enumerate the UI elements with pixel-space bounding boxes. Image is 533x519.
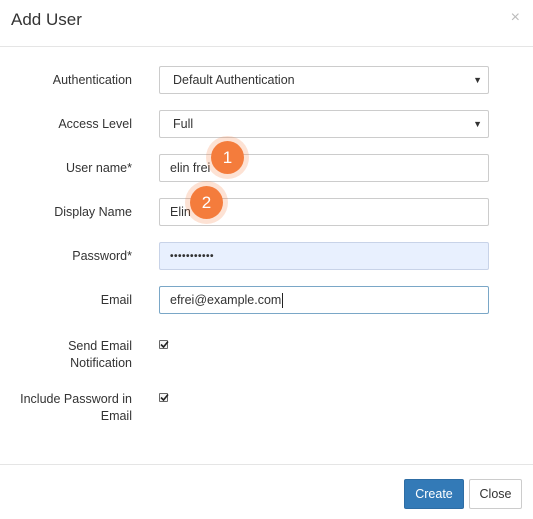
user-name-value: elin frei bbox=[170, 161, 211, 175]
text-cursor bbox=[282, 293, 284, 309]
send-email-notification-label-line2: Notification bbox=[70, 356, 132, 370]
password-masked-value: ••••••••••• bbox=[170, 251, 215, 262]
step-badge-1: 1 bbox=[211, 141, 244, 174]
access-level-label: Access Level bbox=[58, 117, 132, 131]
user-name-label: User name* bbox=[66, 161, 132, 175]
email-value: efrei@example.com bbox=[170, 293, 282, 307]
chevron-down-icon: ▼ bbox=[473, 75, 482, 85]
email-input[interactable]: efrei@example.com bbox=[159, 286, 489, 314]
send-email-notification-checkbox[interactable] bbox=[159, 340, 169, 349]
checkmark-icon bbox=[160, 393, 169, 402]
dialog-title: Add User bbox=[11, 10, 82, 29]
send-email-notification-label-line1: Send Email bbox=[68, 339, 132, 353]
include-password-label-line2: Email bbox=[100, 409, 132, 423]
email-label: Email bbox=[100, 293, 132, 307]
access-level-select[interactable]: Full ▼ bbox=[159, 110, 489, 138]
user-name-input[interactable]: elin frei bbox=[159, 154, 489, 182]
add-user-dialog: Add User × Authentication Default Authen… bbox=[0, 0, 533, 518]
include-password-label-line1: Include Password in bbox=[20, 392, 132, 406]
close-icon[interactable]: × bbox=[511, 9, 520, 27]
password-label: Password* bbox=[72, 249, 132, 263]
include-password-checkbox[interactable] bbox=[159, 393, 169, 402]
close-button[interactable]: Close bbox=[469, 479, 522, 509]
authentication-value: Default Authentication bbox=[173, 73, 295, 87]
display-name-label: Display Name bbox=[54, 205, 132, 219]
checkmark-icon bbox=[160, 340, 169, 349]
display-name-value: Elin bbox=[170, 205, 191, 219]
step-badge-2: 2 bbox=[190, 186, 223, 219]
chevron-down-icon: ▼ bbox=[473, 119, 482, 129]
dialog-footer: Create Close bbox=[0, 464, 533, 519]
create-button[interactable]: Create bbox=[404, 479, 464, 509]
include-password-label: Include Password in Email bbox=[20, 391, 132, 425]
password-input[interactable]: ••••••••••• bbox=[159, 242, 489, 270]
access-level-value: Full bbox=[173, 117, 194, 131]
dialog-header: Add User × bbox=[0, 0, 533, 47]
authentication-label: Authentication bbox=[52, 73, 132, 87]
send-email-notification-label: Send Email Notification bbox=[68, 338, 132, 372]
authentication-select[interactable]: Default Authentication ▼ bbox=[159, 66, 489, 94]
